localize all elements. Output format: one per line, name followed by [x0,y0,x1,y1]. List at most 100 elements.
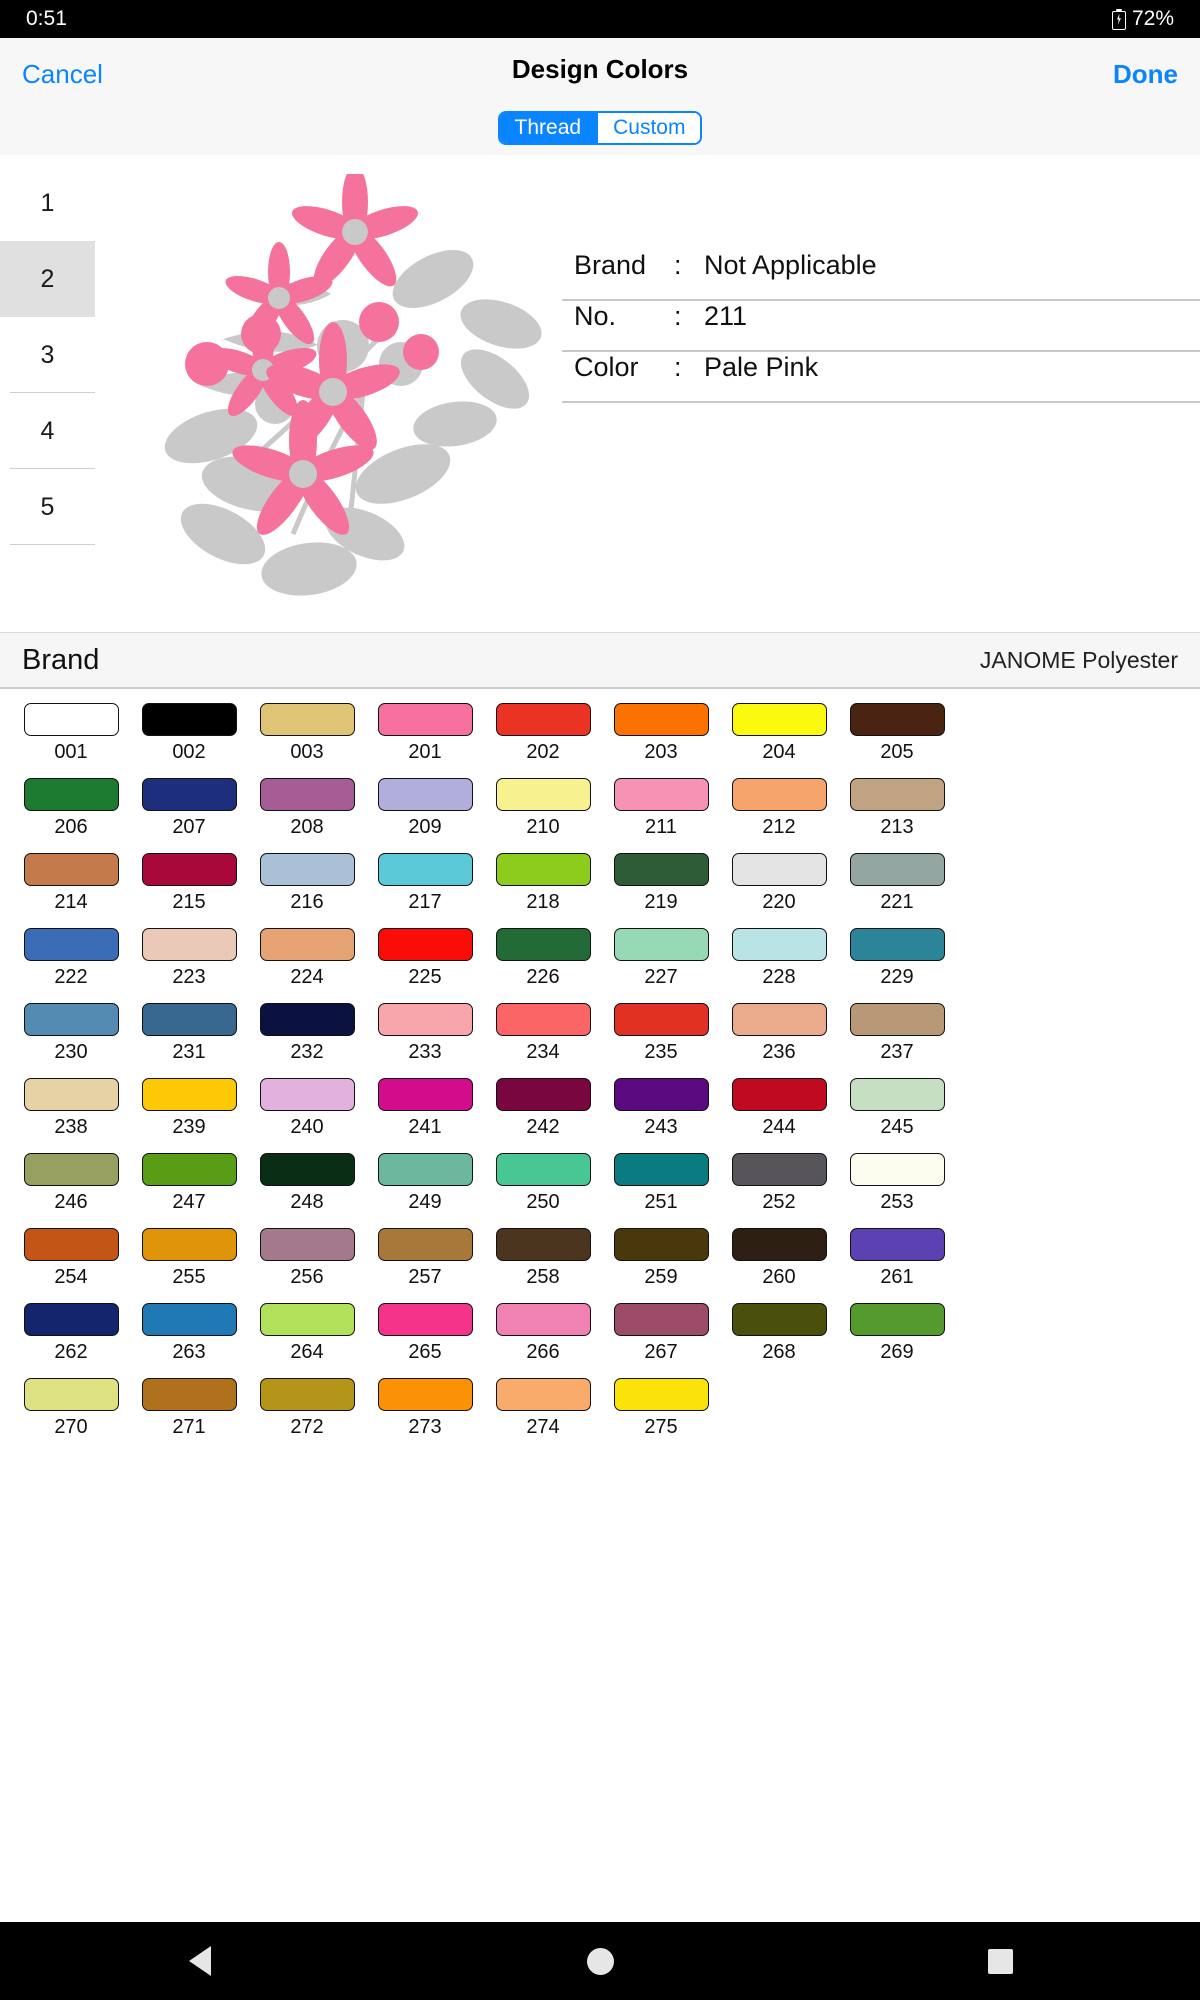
swatch-224[interactable]: 224 [248,928,366,1003]
swatch-233[interactable]: 233 [366,1003,484,1078]
swatch-chip[interactable] [23,1003,119,1036]
swatch-270[interactable]: 270 [12,1378,130,1453]
mode-segmented-control[interactable]: Thread Custom [497,111,703,145]
swatch-249[interactable]: 249 [366,1153,484,1228]
swatch-chip[interactable] [259,1228,355,1261]
swatch-238[interactable]: 238 [12,1078,130,1153]
swatch-208[interactable]: 208 [248,778,366,853]
swatch-chip[interactable] [259,853,355,886]
swatch-210[interactable]: 210 [484,778,602,853]
tab-custom[interactable]: Custom [596,113,701,143]
swatch-chip[interactable] [141,1303,237,1336]
swatch-202[interactable]: 202 [484,703,602,778]
swatch-228[interactable]: 228 [720,928,838,1003]
swatch-chip[interactable] [259,778,355,811]
swatch-258[interactable]: 258 [484,1228,602,1303]
swatch-267[interactable]: 267 [602,1303,720,1378]
swatch-chip[interactable] [259,703,355,736]
swatch-chip[interactable] [23,1378,119,1411]
tab-thread[interactable]: Thread [499,113,597,143]
swatch-chip[interactable] [23,928,119,961]
swatch-220[interactable]: 220 [720,853,838,928]
swatch-chip[interactable] [259,1303,355,1336]
swatch-264[interactable]: 264 [248,1303,366,1378]
swatch-chip[interactable] [849,778,945,811]
swatch-248[interactable]: 248 [248,1153,366,1228]
swatch-chip[interactable] [141,1003,237,1036]
swatch-chip[interactable] [731,778,827,811]
swatch-261[interactable]: 261 [838,1228,956,1303]
swatch-215[interactable]: 215 [130,853,248,928]
swatch-chip[interactable] [377,928,473,961]
swatch-chip[interactable] [731,1228,827,1261]
swatch-225[interactable]: 225 [366,928,484,1003]
swatch-chip[interactable] [141,1378,237,1411]
swatch-chip[interactable] [377,778,473,811]
swatch-chip[interactable] [259,1153,355,1186]
swatch-chip[interactable] [495,1153,591,1186]
swatch-236[interactable]: 236 [720,1003,838,1078]
swatch-chip[interactable] [259,1378,355,1411]
swatch-chip[interactable] [23,1153,119,1186]
swatch-217[interactable]: 217 [366,853,484,928]
swatch-chip[interactable] [849,853,945,886]
swatch-chip[interactable] [849,928,945,961]
swatch-237[interactable]: 237 [838,1003,956,1078]
swatch-269[interactable]: 269 [838,1303,956,1378]
swatch-251[interactable]: 251 [602,1153,720,1228]
swatch-chip[interactable] [141,1153,237,1186]
swatch-003[interactable]: 003 [248,703,366,778]
swatch-239[interactable]: 239 [130,1078,248,1153]
swatch-219[interactable]: 219 [602,853,720,928]
swatch-chip[interactable] [613,853,709,886]
swatch-chip[interactable] [377,1303,473,1336]
back-button[interactable] [100,1946,300,1976]
swatch-chip[interactable] [23,703,119,736]
swatch-chip[interactable] [731,703,827,736]
swatch-250[interactable]: 250 [484,1153,602,1228]
swatch-268[interactable]: 268 [720,1303,838,1378]
swatch-002[interactable]: 002 [130,703,248,778]
swatch-chip[interactable] [377,703,473,736]
swatch-chip[interactable] [259,1078,355,1111]
swatch-chip[interactable] [377,1003,473,1036]
swatch-chip[interactable] [259,1003,355,1036]
swatch-257[interactable]: 257 [366,1228,484,1303]
swatch-chip[interactable] [495,778,591,811]
swatch-chip[interactable] [495,1378,591,1411]
swatch-273[interactable]: 273 [366,1378,484,1453]
brand-header[interactable]: Brand JANOME Polyester [0,633,1200,689]
swatch-259[interactable]: 259 [602,1228,720,1303]
swatch-chip[interactable] [377,1228,473,1261]
swatch-212[interactable]: 212 [720,778,838,853]
swatch-chip[interactable] [495,1303,591,1336]
swatch-206[interactable]: 206 [12,778,130,853]
swatch-246[interactable]: 246 [12,1153,130,1228]
swatch-218[interactable]: 218 [484,853,602,928]
swatch-chip[interactable] [731,928,827,961]
recents-button[interactable] [900,1948,1100,1974]
swatch-211[interactable]: 211 [602,778,720,853]
swatch-214[interactable]: 214 [12,853,130,928]
swatch-209[interactable]: 209 [366,778,484,853]
swatch-chip[interactable] [613,703,709,736]
swatch-205[interactable]: 205 [838,703,956,778]
swatch-chip[interactable] [141,853,237,886]
swatch-chip[interactable] [849,1153,945,1186]
swatch-242[interactable]: 242 [484,1078,602,1153]
layer-item-5[interactable]: 5 [0,469,95,545]
swatch-227[interactable]: 227 [602,928,720,1003]
swatch-235[interactable]: 235 [602,1003,720,1078]
swatch-chip[interactable] [259,928,355,961]
swatch-chip[interactable] [613,928,709,961]
swatch-chip[interactable] [849,703,945,736]
swatch-chip[interactable] [613,778,709,811]
swatch-chip[interactable] [23,1078,119,1111]
swatch-256[interactable]: 256 [248,1228,366,1303]
swatch-chip[interactable] [495,928,591,961]
swatch-chip[interactable] [731,1303,827,1336]
swatch-271[interactable]: 271 [130,1378,248,1453]
swatch-chip[interactable] [23,853,119,886]
swatch-201[interactable]: 201 [366,703,484,778]
swatch-244[interactable]: 244 [720,1078,838,1153]
